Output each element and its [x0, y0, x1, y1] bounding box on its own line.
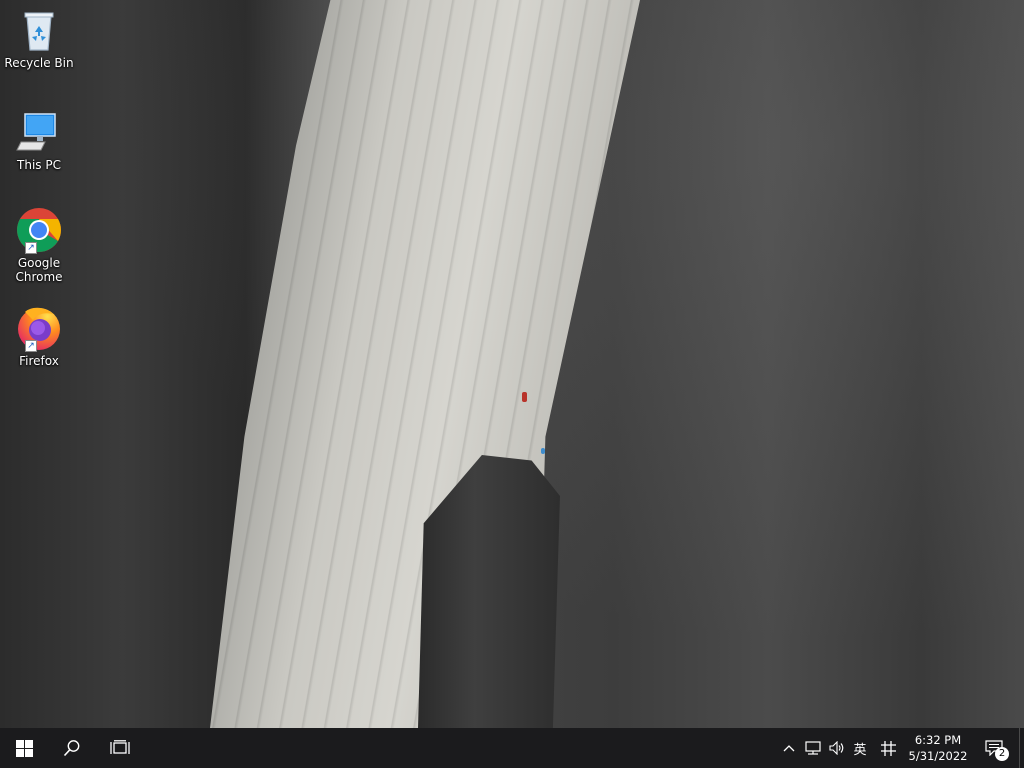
- clock-date: 5/31/2022: [908, 749, 968, 763]
- taskbar-clock[interactable]: 6:32 PM 5/31/2022: [902, 728, 974, 768]
- recycle-bin-icon: [15, 6, 63, 54]
- chrome-icon: ↗: [15, 206, 63, 254]
- wallpaper-climber-red: [522, 392, 527, 402]
- clock-time: 6:32 PM: [914, 733, 962, 747]
- ime-mode-button[interactable]: 英: [850, 728, 870, 768]
- shortcut-arrow-icon: ↗: [25, 242, 37, 254]
- task-view-icon: [110, 740, 130, 754]
- search-button[interactable]: [48, 728, 96, 768]
- volume-button[interactable]: [826, 728, 848, 768]
- ime-grid-icon: [880, 740, 896, 756]
- shortcut-arrow-icon: ↗: [25, 340, 37, 352]
- chevron-up-icon: [783, 745, 795, 752]
- ime-options-button[interactable]: [876, 728, 900, 768]
- notification-count-badge: 2: [995, 747, 1009, 761]
- firefox-label: Firefox: [19, 354, 59, 368]
- chrome-label: Google Chrome: [15, 256, 63, 284]
- desktop-icon-recycle-bin[interactable]: Recycle Bin: [4, 6, 74, 70]
- task-view-button[interactable]: [96, 728, 144, 768]
- action-center-icon: 2: [985, 740, 1009, 761]
- action-center-button[interactable]: 2: [980, 728, 1009, 768]
- show-desktop-button[interactable]: [1019, 728, 1024, 768]
- computer-icon: [15, 108, 63, 156]
- firefox-icon: ↗: [15, 304, 63, 352]
- desktop-icon-firefox[interactable]: ↗ Firefox: [4, 304, 74, 368]
- network-button[interactable]: [802, 728, 824, 768]
- this-pc-label: This PC: [17, 158, 61, 172]
- desktop-wallpaper: [0, 0, 1024, 728]
- recycle-bin-label: Recycle Bin: [4, 56, 74, 70]
- wallpaper-climber-blue: [541, 448, 545, 454]
- start-button[interactable]: [0, 728, 48, 768]
- show-hidden-icons-button[interactable]: [780, 728, 798, 768]
- network-icon: [805, 741, 821, 755]
- taskbar: 英 6:32 PM 5/31/2022 2: [0, 728, 1024, 768]
- desktop-icon-google-chrome[interactable]: ↗ Google Chrome: [4, 206, 74, 284]
- ime-mode-label: 英: [853, 742, 867, 758]
- search-icon: [63, 740, 80, 757]
- desktop-icon-this-pc[interactable]: This PC: [4, 108, 74, 172]
- windows-start-icon: [15, 739, 33, 757]
- volume-icon: [829, 741, 844, 755]
